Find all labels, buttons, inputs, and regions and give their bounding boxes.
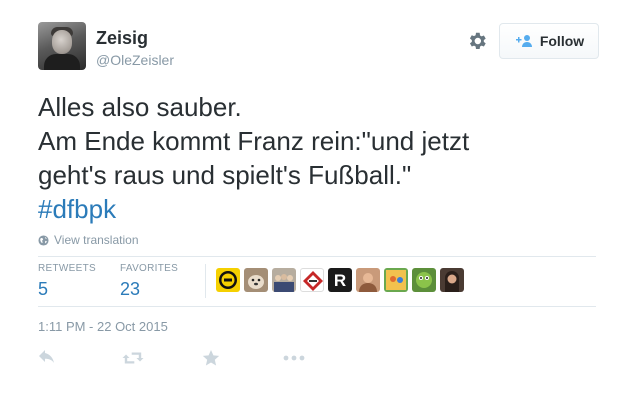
woman-avatar[interactable] xyxy=(440,268,464,292)
favorites-label: FAVORITES xyxy=(120,263,179,274)
retweets-label: RETWEETS xyxy=(38,263,96,274)
diamond-logo-avatar[interactable] xyxy=(300,268,324,292)
favorite-star-icon[interactable] xyxy=(202,349,220,367)
add-user-icon xyxy=(515,35,532,47)
more-dots-icon[interactable] xyxy=(282,349,306,367)
retweet-icon[interactable] xyxy=(122,349,144,367)
dog-avatar[interactable] xyxy=(244,268,268,292)
view-translation-link[interactable]: View translation xyxy=(38,233,139,247)
tweet-actions xyxy=(38,349,306,367)
tweet-line: Alles also sauber. xyxy=(38,92,242,122)
tweet-text: Alles also sauber. Am Ende kommt Franz r… xyxy=(38,90,598,226)
bvb-logo-avatar[interactable] xyxy=(216,268,240,292)
divider xyxy=(38,306,596,307)
favorites-stat[interactable]: FAVORITES 23 xyxy=(120,263,178,300)
divider xyxy=(38,256,596,257)
stats-separator xyxy=(205,264,206,298)
globe-icon xyxy=(38,234,49,246)
user-name[interactable]: Zeisig xyxy=(96,28,148,49)
user-avatar[interactable] xyxy=(38,22,86,70)
person-avatar[interactable] xyxy=(356,268,380,292)
svg-text:R: R xyxy=(334,271,346,290)
tweet-timestamp[interactable]: 1:11 PM - 22 Oct 2015 xyxy=(38,319,168,334)
follow-label: Follow xyxy=(539,33,585,49)
avatar-head xyxy=(52,30,72,54)
hashtag-link[interactable]: #dfbpk xyxy=(38,192,598,226)
tweet-line: geht's raus und spielt's Fußball." xyxy=(38,160,412,190)
follow-button[interactable]: Follow xyxy=(499,23,599,59)
tweet-card: Zeisig @OleZeisler Follow Alles also sau… xyxy=(0,0,632,400)
favorites-count: 23 xyxy=(120,279,141,299)
group-photo-avatar[interactable] xyxy=(272,268,296,292)
tweet-line: Am Ende kommt Franz rein:"und jetzt xyxy=(38,126,470,156)
reply-icon[interactable] xyxy=(38,349,56,367)
avatar-body xyxy=(44,54,80,70)
favoriter-avatars: R xyxy=(216,268,464,292)
retweets-count: 5 xyxy=(38,279,49,299)
gear-icon[interactable] xyxy=(466,30,488,52)
cartoon-avatar[interactable] xyxy=(384,268,408,292)
view-translation-label: View translation xyxy=(54,233,139,247)
green-character-avatar[interactable] xyxy=(412,268,436,292)
retweets-stat[interactable]: RETWEETS 5 xyxy=(38,263,96,300)
letter-r-avatar[interactable]: R xyxy=(328,268,352,292)
user-handle[interactable]: @OleZeisler xyxy=(96,52,174,68)
